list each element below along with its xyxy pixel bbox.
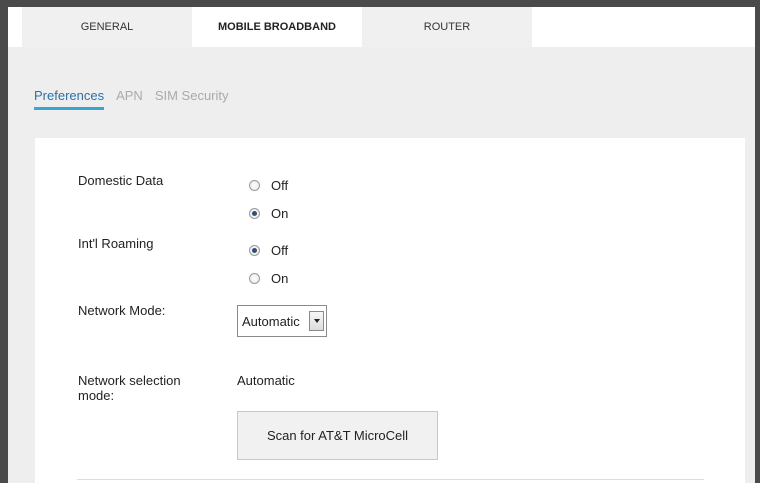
intl-roaming-on-radio[interactable] (249, 273, 260, 284)
intl-roaming-label: Int'l Roaming (78, 236, 154, 251)
intl-roaming-off-option[interactable]: Off (249, 243, 288, 258)
tab-mobile-broadband[interactable]: MOBILE BROADBAND (192, 7, 362, 47)
domestic-data-on-option[interactable]: On (249, 206, 288, 221)
network-selection-value: Automatic (237, 373, 295, 388)
domestic-data-label: Domestic Data (78, 173, 164, 188)
domestic-data-off-option[interactable]: Off (249, 178, 288, 193)
domestic-data-on-label: On (271, 206, 289, 221)
scan-microcell-button[interactable]: Scan for AT&T MicroCell (237, 411, 438, 460)
intl-roaming-off-radio[interactable] (249, 245, 260, 256)
subtab-preferences[interactable]: Preferences (34, 88, 105, 110)
section-divider (77, 479, 704, 480)
intl-roaming-off-label: Off (271, 243, 289, 258)
network-mode-select[interactable]: Automatic (237, 305, 327, 337)
intl-roaming-on-option[interactable]: On (249, 271, 288, 286)
sub-tab-bar: Preferences APN SIM Security (34, 88, 229, 110)
dropdown-toggle[interactable] (309, 311, 324, 331)
network-mode-label: Network Mode: (78, 303, 166, 318)
domestic-data-off-label: Off (271, 178, 289, 193)
subtab-sim-security[interactable]: SIM Security (155, 88, 229, 110)
chevron-down-icon (313, 319, 320, 323)
network-mode-value: Automatic (242, 313, 300, 329)
domestic-data-off-radio[interactable] (249, 180, 260, 191)
network-selection-label: Network selection mode: (78, 373, 181, 403)
tab-router[interactable]: ROUTER (362, 7, 532, 47)
domestic-data-on-radio[interactable] (249, 208, 260, 219)
tab-general[interactable]: GENERAL (22, 7, 192, 47)
top-tab-bar: GENERAL MOBILE BROADBAND ROUTER (22, 7, 532, 47)
subtab-apn[interactable]: APN (116, 88, 143, 110)
intl-roaming-on-label: On (271, 271, 289, 286)
